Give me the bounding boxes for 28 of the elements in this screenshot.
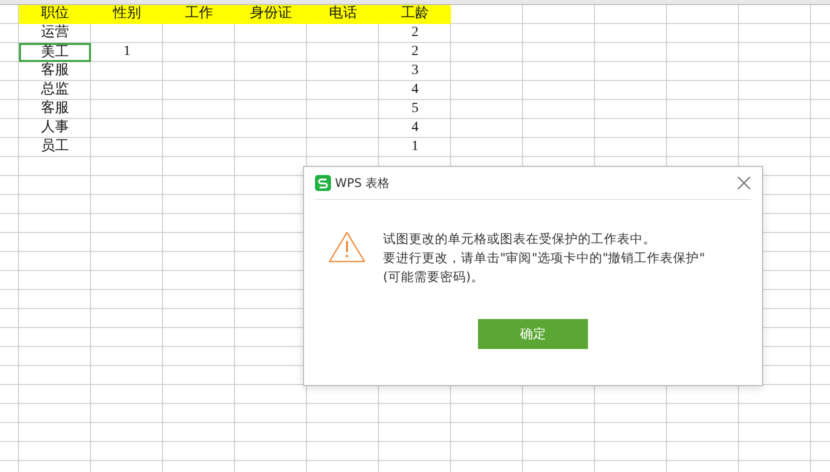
header-cell: 工作 [163,5,235,24]
table-cell-text: 客服 [40,100,70,118]
table-cell-text: 员工 [40,138,70,156]
table-cell-text: 总监 [40,81,70,99]
header-cell: 电话 [307,5,379,24]
header-cell: 性别 [91,5,163,24]
table-cell-text: 1 [122,43,132,61]
table-cell-text: 1 [410,138,420,156]
table-cell-text: 2 [410,43,420,61]
header-cell: 职位 [19,5,91,24]
table-cell: 美工 [19,43,91,62]
table-cell-text: 客服 [40,62,70,80]
warning-icon [328,231,366,263]
table-cell-text: 2 [410,24,420,42]
table-cell-text: 3 [410,62,420,80]
dialog-message: 试图更改的单元格或图表在受保护的工作表中。 [383,230,657,248]
dialog-message: 要进行更改，请单击"审阅"选项卡中的"撤销工作表保护"(可能需要密码)。 [383,249,705,286]
table-cell-text: 人事 [40,119,70,137]
table-cell-text: 运营 [40,24,70,42]
dialog-title: WPS 表格 [335,174,391,192]
table-cell-text: 4 [410,119,420,137]
close-icon[interactable] [737,176,751,190]
table-cell-text: 4 [410,81,420,99]
header-cell: 工龄 [379,5,451,24]
app-logo-icon [315,175,331,191]
ok-button[interactable]: 确定 [478,319,588,349]
header-cell: 身份证 [235,5,307,24]
table-cell-text: 5 [410,100,420,118]
